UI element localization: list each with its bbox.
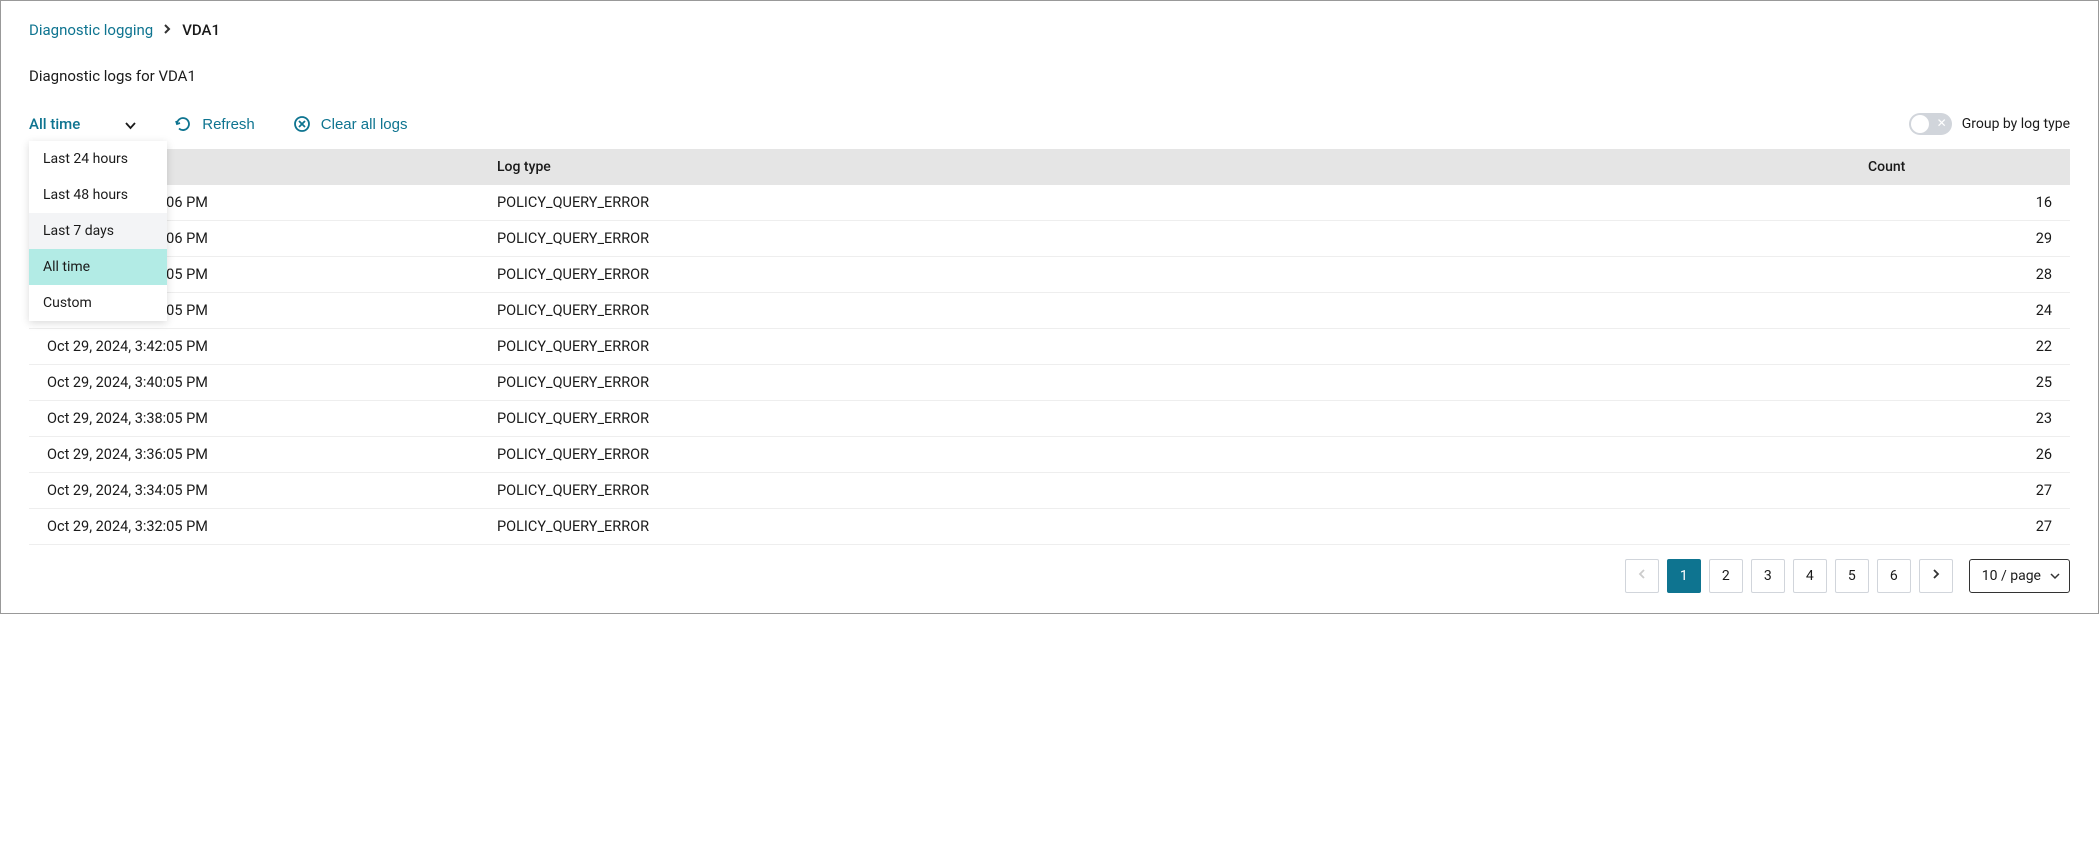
clear-logs-label: Clear all logs	[321, 116, 408, 133]
clear-logs-button[interactable]: Clear all logs	[293, 115, 408, 133]
chevron-down-icon	[124, 118, 136, 130]
cell-count: 24	[1850, 293, 2070, 328]
time-range-option[interactable]: Last 7 days	[29, 213, 167, 249]
cell-count: 25	[1850, 365, 2070, 400]
cell-time: Oct 29, 2024, 3:34:05 PM	[29, 473, 479, 508]
time-range-option[interactable]: Last 48 hours	[29, 177, 167, 213]
time-range-dropdown[interactable]: All time	[29, 115, 136, 133]
cell-log-type: POLICY_QUERY_ERROR	[479, 437, 1850, 472]
cell-count: 27	[1850, 473, 2070, 508]
table-row: Oct 29, 2024, 3:44:05 PMPOLICY_QUERY_ERR…	[29, 293, 2070, 329]
cell-time: Oct 29, 2024, 3:32:05 PM	[29, 509, 479, 544]
group-by-label: Group by log type	[1962, 116, 2070, 132]
toolbar: All time Refresh Clear all logs ✕ Group …	[29, 113, 2070, 135]
table-row: Oct 29, 2024, 3:42:05 PMPOLICY_QUERY_ERR…	[29, 329, 2070, 365]
cell-count: 29	[1850, 221, 2070, 256]
group-by-control: ✕ Group by log type	[1909, 113, 2070, 135]
cell-count: 23	[1850, 401, 2070, 436]
clear-icon	[293, 115, 311, 133]
table-row: Oct 29, 2024, 3:36:05 PMPOLICY_QUERY_ERR…	[29, 437, 2070, 473]
time-range-label: All time	[29, 115, 80, 133]
chevron-right-icon	[163, 21, 172, 39]
breadcrumb-link-diagnostic-logging[interactable]: Diagnostic logging	[29, 21, 153, 39]
logs-table: Time Log type Count Oct 29, 2024, 3:50:0…	[29, 149, 2070, 545]
cell-log-type: POLICY_QUERY_ERROR	[479, 221, 1850, 256]
breadcrumb-current: VDA1	[182, 21, 220, 39]
time-range-menu: Last 24 hoursLast 48 hoursLast 7 daysAll…	[29, 141, 167, 321]
cell-log-type: POLICY_QUERY_ERROR	[479, 293, 1850, 328]
table-row: Oct 29, 2024, 3:40:05 PMPOLICY_QUERY_ERR…	[29, 365, 2070, 401]
table-row: Oct 29, 2024, 3:48:06 PMPOLICY_QUERY_ERR…	[29, 221, 2070, 257]
cell-log-type: POLICY_QUERY_ERROR	[479, 329, 1850, 364]
pagination-page[interactable]: 1	[1667, 559, 1701, 593]
table-row: Oct 29, 2024, 3:32:05 PMPOLICY_QUERY_ERR…	[29, 509, 2070, 545]
toggle-knob	[1911, 115, 1929, 133]
table-row: Oct 29, 2024, 3:34:05 PMPOLICY_QUERY_ERR…	[29, 473, 2070, 509]
refresh-button[interactable]: Refresh	[174, 115, 255, 133]
table-header: Time Log type Count	[29, 149, 2070, 185]
table-row: Oct 29, 2024, 3:46:05 PMPOLICY_QUERY_ERR…	[29, 257, 2070, 293]
pagination-page[interactable]: 6	[1877, 559, 1911, 593]
cell-count: 16	[1850, 185, 2070, 220]
pagination-page[interactable]: 5	[1835, 559, 1869, 593]
pagination-next[interactable]	[1919, 559, 1953, 593]
chevron-right-icon	[1931, 568, 1941, 584]
page-size-label: 10 / page	[1982, 568, 2041, 584]
table-row: Oct 29, 2024, 3:50:06 PMPOLICY_QUERY_ERR…	[29, 185, 2070, 221]
table-body: Oct 29, 2024, 3:50:06 PMPOLICY_QUERY_ERR…	[29, 185, 2070, 545]
cell-log-type: POLICY_QUERY_ERROR	[479, 257, 1850, 292]
header-count: Count	[1850, 149, 2070, 185]
table-row: Oct 29, 2024, 3:38:05 PMPOLICY_QUERY_ERR…	[29, 401, 2070, 437]
time-range-option[interactable]: Custom	[29, 285, 167, 321]
cell-log-type: POLICY_QUERY_ERROR	[479, 401, 1850, 436]
cell-count: 26	[1850, 437, 2070, 472]
group-by-toggle[interactable]: ✕	[1909, 113, 1952, 135]
cell-log-type: POLICY_QUERY_ERROR	[479, 365, 1850, 400]
pagination-page[interactable]: 3	[1751, 559, 1785, 593]
cell-time: Oct 29, 2024, 3:36:05 PM	[29, 437, 479, 472]
cell-time: Oct 29, 2024, 3:38:05 PM	[29, 401, 479, 436]
page-title: Diagnostic logs for VDA1	[29, 67, 2070, 85]
cell-log-type: POLICY_QUERY_ERROR	[479, 185, 1850, 220]
chevron-left-icon	[1637, 568, 1647, 584]
cell-log-type: POLICY_QUERY_ERROR	[479, 473, 1850, 508]
pagination-page[interactable]: 4	[1793, 559, 1827, 593]
cell-time: Oct 29, 2024, 3:42:05 PM	[29, 329, 479, 364]
breadcrumb: Diagnostic logging VDA1	[29, 21, 2070, 39]
x-icon: ✕	[1937, 116, 1947, 130]
cell-count: 22	[1850, 329, 2070, 364]
refresh-label: Refresh	[202, 116, 255, 133]
cell-time: Oct 29, 2024, 3:40:05 PM	[29, 365, 479, 400]
header-log-type: Log type	[479, 149, 1850, 185]
chevron-down-icon	[2049, 570, 2061, 586]
cell-count: 28	[1850, 257, 2070, 292]
pagination-page[interactable]: 2	[1709, 559, 1743, 593]
cell-log-type: POLICY_QUERY_ERROR	[479, 509, 1850, 544]
cell-count: 27	[1850, 509, 2070, 544]
time-range-option[interactable]: All time	[29, 249, 167, 285]
time-range-option[interactable]: Last 24 hours	[29, 141, 167, 177]
pagination-prev[interactable]	[1625, 559, 1659, 593]
pagination: 123456 10 / page	[29, 559, 2070, 593]
page-size-select[interactable]: 10 / page	[1969, 559, 2070, 593]
refresh-icon	[174, 115, 192, 133]
